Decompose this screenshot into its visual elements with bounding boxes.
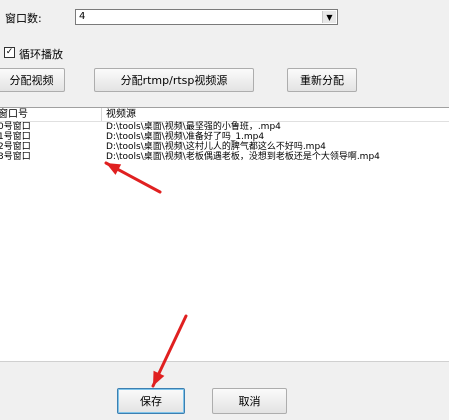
cancel-button[interactable]: 取消	[212, 388, 287, 414]
column-header-window[interactable]: 窗口号	[0, 108, 28, 121]
source-cell: D:\tools\桌面\视频\这村儿人的脾气都这么不好吗.mp4	[106, 142, 326, 152]
window-cell: 2号窗口	[0, 142, 31, 152]
window-source-table[interactable]: 窗口号 视频源 0号窗口 D:\tools\桌面\视频\最坚强的小鲁班，.mp4 1…	[0, 107, 449, 362]
window-count-select[interactable]: 4 ▼	[75, 9, 338, 25]
table-header: 窗口号 视频源	[0, 108, 449, 122]
table-row[interactable]: 3号窗口 D:\tools\桌面\视频\老板偶遇老板，没想到老板还是个大领导啊.m…	[0, 152, 449, 162]
table-row[interactable]: 0号窗口 D:\tools\桌面\视频\最坚强的小鲁班，.mp4	[0, 122, 449, 132]
source-cell: D:\tools\桌面\视频\最坚强的小鲁班，.mp4	[106, 122, 281, 132]
arrow-to-save-head	[153, 370, 165, 386]
chevron-down-icon[interactable]: ▼	[322, 11, 336, 23]
save-button[interactable]: 保存	[117, 388, 185, 414]
window-cell: 3号窗口	[0, 152, 31, 162]
window-count-value: 4	[79, 11, 86, 22]
window-cell: 1号窗口	[0, 132, 31, 142]
column-header-source[interactable]: 视频源	[106, 108, 136, 121]
reassign-button[interactable]: 重新分配	[287, 68, 357, 92]
source-cell: D:\tools\桌面\视频\老板偶遇老板，没想到老板还是个大领导啊.mp4	[106, 152, 380, 162]
assign-video-button[interactable]: 分配视频	[0, 68, 65, 92]
window-count-label: 窗口数:	[5, 12, 42, 25]
table-row[interactable]: 2号窗口 D:\tools\桌面\视频\这村儿人的脾气都这么不好吗.mp4	[0, 142, 449, 152]
loop-label: 循环播放	[19, 48, 63, 61]
source-cell: D:\tools\桌面\视频\准备好了吗_1.mp4	[106, 132, 265, 142]
column-divider[interactable]	[101, 108, 102, 121]
loop-checkbox[interactable]: ✓	[4, 47, 15, 58]
window-cell: 0号窗口	[0, 122, 31, 132]
table-row[interactable]: 1号窗口 D:\tools\桌面\视频\准备好了吗_1.mp4	[0, 132, 449, 142]
checkmark-icon: ✓	[5, 47, 14, 57]
assign-stream-button[interactable]: 分配rtmp/rtsp视频源	[94, 68, 254, 92]
